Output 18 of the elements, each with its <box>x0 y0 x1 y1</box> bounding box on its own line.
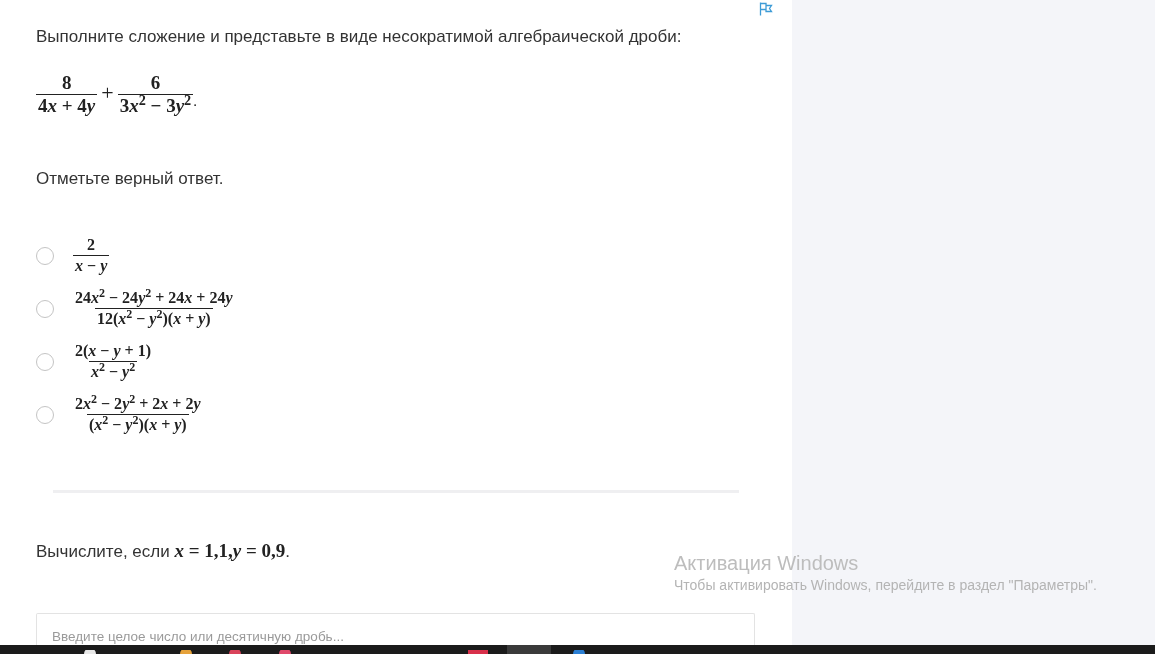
radio-button[interactable] <box>36 405 54 424</box>
taskbar-icon[interactable] <box>84 650 96 654</box>
answer-fraction: 2 x − y <box>73 236 110 275</box>
taskbar-icon[interactable] <box>180 650 192 654</box>
task-prompt: Вычислите, если x = 1,1,y = 0,9. <box>36 539 290 563</box>
flag-icon[interactable] <box>759 2 773 16</box>
activation-title: Активация Windows <box>674 551 860 576</box>
radio-button[interactable] <box>36 246 54 265</box>
answer-fraction: 2x$^{2}$ − 2y$^{2}$ + 2x + 2y (x$^{2}$ − y$^{2}$)(x + y) <box>74 395 202 434</box>
answer-fraction: 2(x − y + 1) x$^{2}$ − y$^{2}$ <box>74 342 152 381</box>
radio-button[interactable] <box>36 299 54 318</box>
answer-prompt: Отметьте верный ответ. <box>36 167 224 190</box>
answer-fraction: 24x$^{2}$ − 24y$^{2}$ + 24x + 24y 12(x$^{2}$ − y$^{2}$)(x + y) <box>74 289 234 328</box>
task-instruction: Выполните сложение и представьте в виде несократимой алгебраической дроби: <box>36 26 682 48</box>
activation-notice: Чтобы активировать Windows, перейдите в раздел "Параметры". <box>674 576 1097 594</box>
math-expression: 8 4x + 4y + 6 3x$^{2}$ − 3y$^{2}$. <box>36 72 197 118</box>
answer-input[interactable]: Введите целое число или десятичную дробь... <box>36 612 755 645</box>
radio-button[interactable] <box>36 352 54 371</box>
